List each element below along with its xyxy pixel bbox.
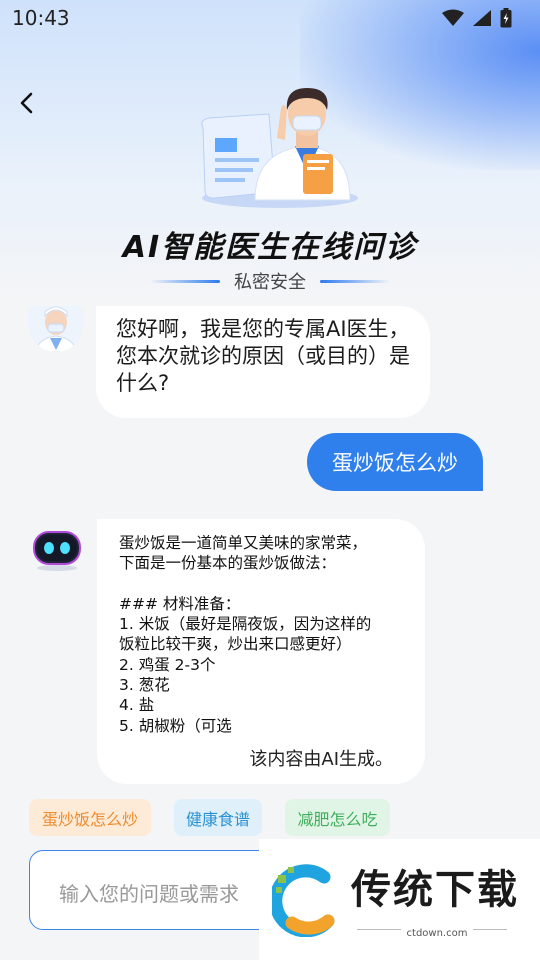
- suggestion-chip-healthy-recipes[interactable]: 健康食谱: [174, 799, 262, 836]
- assistant-answer-bubble: 蛋炒饭是一道简单又美味的家常菜， 下面是一份基本的蛋炒饭做法： ### 材料准备…: [97, 519, 425, 784]
- doctor-avatar: [28, 306, 84, 352]
- battery-icon: [500, 8, 512, 28]
- assistant-greeting-bubble: 您好啊，我是您的专属AI医生， 您本次就诊的原因（或目的）是什么?: [96, 306, 430, 418]
- doctor-illustration: [185, 80, 360, 210]
- suggestion-chip-weight-loss[interactable]: 减肥怎么吃: [285, 799, 390, 836]
- subtitle-divider-right: [320, 279, 390, 283]
- answer-text: 蛋炒饭是一道简单又美味的家常菜， 下面是一份基本的蛋炒饭做法： ### 材料准备…: [119, 534, 372, 735]
- wifi-icon: [442, 9, 464, 26]
- suggestion-chip-fried-rice[interactable]: 蛋炒饭怎么炒: [29, 799, 151, 836]
- ai-generated-note: 该内容由AI生成。: [249, 749, 393, 770]
- signal-icon: [473, 10, 491, 26]
- greeting-text: 您好啊，我是您的专属AI医生， 您本次就诊的原因（或目的）是什么?: [116, 317, 410, 395]
- status-icons: [442, 8, 512, 28]
- status-time: 10:43: [12, 6, 70, 30]
- watermark-brand: 传统下载: [351, 867, 519, 913]
- user-message-bubble: 蛋炒饭怎么炒: [307, 433, 483, 491]
- back-button[interactable]: [16, 88, 40, 118]
- ai-bot-avatar: [31, 528, 83, 572]
- input-placeholder: 输入您的问题或需求: [59, 882, 239, 906]
- page-title: AI智能医生在线问诊: [122, 230, 418, 265]
- watermark-url: ctdown.com: [400, 928, 474, 939]
- watermark: 传统下载 ctdown.com: [259, 839, 540, 960]
- page-subtitle: 私密安全: [234, 272, 306, 293]
- subtitle-row: 私密安全: [0, 268, 540, 294]
- chevron-left-icon: [20, 92, 33, 114]
- subtitle-divider-left: [150, 279, 220, 283]
